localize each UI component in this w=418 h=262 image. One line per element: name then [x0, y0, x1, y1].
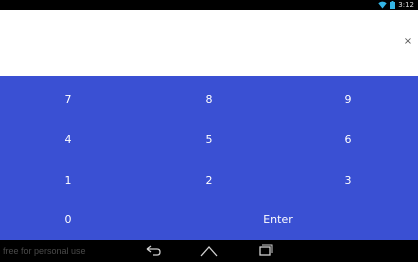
key-6[interactable]: 6 — [328, 128, 368, 152]
key-7[interactable]: 7 — [48, 88, 88, 112]
watermark-text: free for personal use — [3, 246, 86, 256]
close-icon: × — [403, 36, 413, 47]
status-time: 3:12 — [398, 1, 414, 9]
key-2[interactable]: 2 — [189, 169, 229, 193]
clear-button[interactable]: × — [402, 35, 414, 49]
wifi-icon — [378, 1, 387, 9]
navigation-bar: free for personal use — [0, 240, 418, 261]
recent-apps-icon — [255, 244, 275, 257]
keypad: 7 8 9 4 5 6 1 2 3 0 Enter — [0, 76, 418, 240]
back-button[interactable] — [143, 244, 163, 257]
key-3[interactable]: 3 — [328, 169, 368, 193]
key-9[interactable]: 9 — [328, 88, 368, 112]
key-8[interactable]: 8 — [189, 88, 229, 112]
input-display: × — [0, 10, 418, 76]
key-5[interactable]: 5 — [189, 128, 229, 152]
status-bar: 3:12 — [0, 0, 418, 10]
key-4[interactable]: 4 — [48, 128, 88, 152]
home-icon — [199, 244, 219, 257]
home-button[interactable] — [199, 244, 219, 257]
key-0[interactable]: 0 — [48, 208, 88, 232]
enter-button[interactable]: Enter — [248, 208, 308, 232]
back-icon — [143, 244, 163, 257]
recent-apps-button[interactable] — [255, 244, 275, 257]
key-1[interactable]: 1 — [48, 169, 88, 193]
status-icons: 3:12 — [378, 0, 414, 10]
battery-icon — [390, 1, 396, 9]
